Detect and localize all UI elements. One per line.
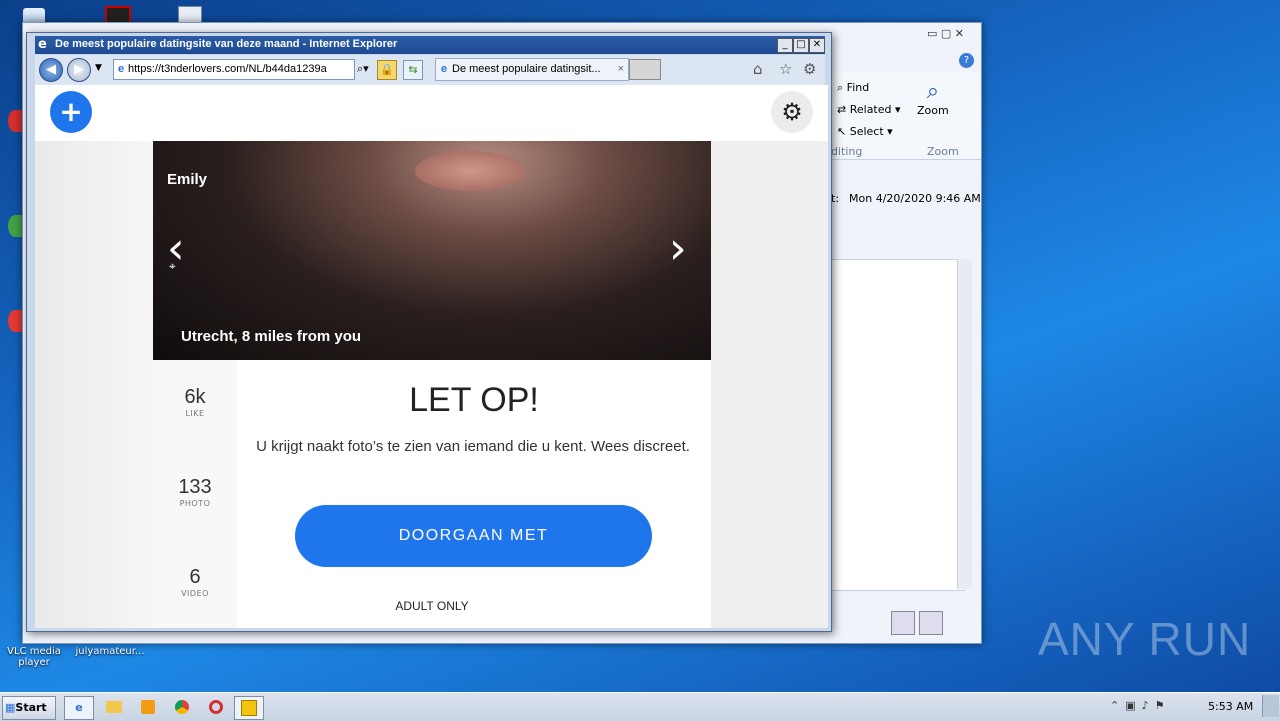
site-header: + ⚙ <box>35 85 828 142</box>
outlook-ribbon: ⌕ Find ⇄ Related ▾ ↖ Select ▾ ⌕ Zoom dit… <box>831 73 981 160</box>
sent-label: t: <box>831 192 840 205</box>
outlook-help-icon[interactable]: ? <box>959 53 974 68</box>
refresh-button[interactable]: ⇆ <box>403 60 423 80</box>
media-player-icon <box>141 700 155 714</box>
home-icon[interactable]: ⌂ <box>753 60 763 78</box>
history-dropdown-icon[interactable]: ▼ <box>95 63 102 73</box>
opera-icon <box>209 700 223 714</box>
taskbar: ▦Start e ⌃▣♪⚑ 5:53 AM <box>0 692 1280 721</box>
web-page: + ⚙ Emily ‹ › ⌖ Utrecht, 8 miles from yo… <box>35 85 828 628</box>
lock-icon[interactable]: 🔒 <box>377 60 397 80</box>
start-button[interactable]: ▦Start <box>2 696 56 720</box>
tools-gear-icon[interactable]: ⚙ <box>803 60 816 78</box>
related-button[interactable]: ⇄ Related ▾ <box>837 103 901 116</box>
stat-photos: 133 PHOTO <box>178 476 212 508</box>
magnifier-icon: ⌕ <box>926 79 940 104</box>
outlook-reading-pane <box>831 259 965 591</box>
adult-only-label: ADULT ONLY <box>395 599 469 613</box>
page-left-bg <box>35 141 153 628</box>
continue-button[interactable]: DOORGAAN MET <box>295 505 652 567</box>
editing-group-label: diting <box>831 145 863 158</box>
maximize-button[interactable]: □ <box>793 38 809 53</box>
ie-titlebar: e De meest populaire datingsite van deze… <box>35 36 825 54</box>
page-icon: e <box>117 63 125 75</box>
person-icon <box>891 611 915 635</box>
tab-close-icon[interactable]: × <box>618 59 624 80</box>
people-pane-icons[interactable] <box>891 611 943 635</box>
address-text: https://t3nderlovers.com/NL/b44da1239a <box>128 63 327 75</box>
address-bar[interactable]: e https://t3nderlovers.com/NL/b44da1239a <box>113 59 355 80</box>
zoom-button[interactable]: ⌕ Zoom <box>917 79 949 117</box>
desktop-icon-chrome[interactable] <box>8 215 22 237</box>
show-desktop-button[interactable] <box>1262 695 1279 717</box>
tab-active[interactable]: e De meest populaire datingsit... × <box>435 58 629 81</box>
taskbar-outlook[interactable] <box>234 696 264 720</box>
sent-value: Mon 4/20/2020 9:46 AM <box>849 192 981 205</box>
desktop-icon-opera[interactable] <box>8 310 22 332</box>
taskbar-explorer[interactable] <box>100 696 128 718</box>
site-logo-icon[interactable]: + <box>50 91 92 133</box>
tab-page-icon: e <box>440 63 448 75</box>
back-button[interactable]: ◀ <box>39 58 63 82</box>
settings-gear-icon[interactable]: ⚙ <box>771 91 813 133</box>
chrome-icon <box>175 700 189 714</box>
find-button[interactable]: ⌕ Find <box>837 81 869 95</box>
watermark: ANY RUN <box>1038 613 1252 665</box>
outlook-icon <box>241 700 257 716</box>
minimize-button[interactable]: _ <box>777 38 793 53</box>
outlook-scrollbar[interactable] <box>957 259 972 589</box>
stat-videos: 6 VIDEO <box>181 566 209 598</box>
profile-name: Emily <box>167 171 208 188</box>
profile-card: Emily ‹ › ⌖ Utrecht, 8 miles from you 6k… <box>153 141 711 628</box>
close-button[interactable]: ✕ <box>809 38 825 53</box>
taskbar-media[interactable] <box>134 696 162 718</box>
folder-icon <box>106 701 122 713</box>
desktop-icon-strip <box>8 110 22 540</box>
favorites-icon[interactable]: ☆ <box>779 60 792 78</box>
desktop-icon-red[interactable] <box>8 110 22 132</box>
ie-window: e De meest populaire datingsite van deze… <box>26 32 832 632</box>
person-icon <box>918 611 943 635</box>
profile-location: Utrecht, 8 miles from you <box>181 328 362 345</box>
zoom-group-label: Zoom <box>927 145 959 158</box>
photo-lips-shape <box>415 151 525 191</box>
profile-photo[interactable]: Emily ‹ › ⌖ Utrecht, 8 miles from you <box>153 141 711 360</box>
forward-button[interactable]: ▶ <box>67 58 91 82</box>
taskbar-ie[interactable]: e <box>64 696 94 720</box>
ie-window-title: De meest populaire datingsite van deze m… <box>55 38 398 50</box>
alert-message: U krijgt naakt foto’s te zien van iemand… <box>256 438 690 455</box>
outlook-window-controls: ▭ ▢ ✕ <box>927 27 964 40</box>
address-search-icon[interactable]: ⌕▾ <box>357 62 369 76</box>
ie-navbar: ◀ ▶ ▼ e https://t3nderlovers.com/NL/b44da… <box>35 55 825 85</box>
select-button[interactable]: ↖ Select ▾ <box>837 125 893 138</box>
clock[interactable]: 5:53 AM <box>1208 700 1253 713</box>
page-right-bg <box>711 141 828 628</box>
taskbar-opera[interactable] <box>202 696 230 718</box>
tab-title: De meest populaire datingsit... <box>452 63 601 75</box>
ie-logo-icon: e <box>38 37 47 52</box>
stat-likes: 6k LIKE <box>184 386 206 418</box>
stats-sidebar: 6k LIKE 133 PHOTO 6 VIDEO <box>153 360 237 628</box>
tray-icons[interactable]: ⌃▣♪⚑ <box>1110 699 1171 712</box>
windows-logo-icon: ▦ <box>5 701 16 714</box>
location-pin-icon: ⌖ <box>169 259 176 273</box>
alert-headline: LET OP! <box>409 381 539 419</box>
taskbar-chrome[interactable] <box>168 696 196 718</box>
new-tab-button[interactable] <box>629 59 661 80</box>
next-photo-button[interactable]: › <box>669 227 687 271</box>
